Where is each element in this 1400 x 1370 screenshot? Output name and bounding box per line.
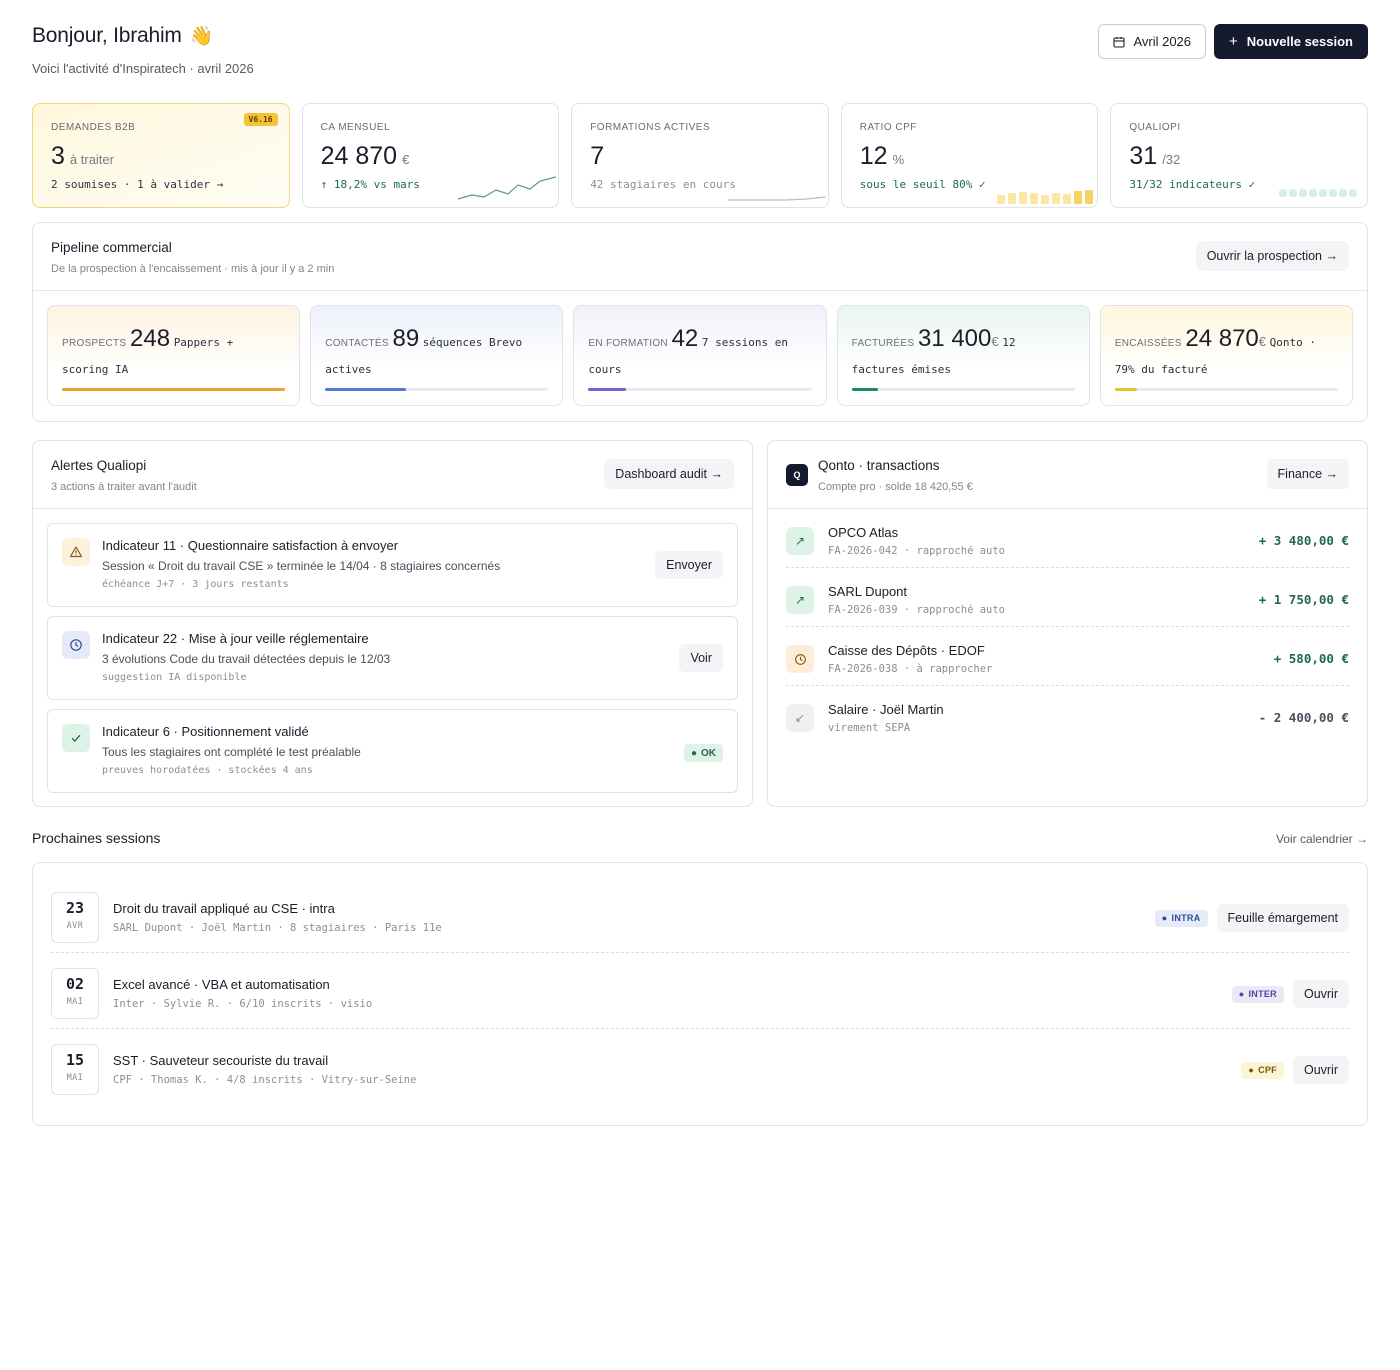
dot-icon: ● bbox=[1238, 989, 1245, 999]
month-picker-button[interactable]: Avril 2026 bbox=[1098, 24, 1207, 59]
sessions-list: 23 AVR Droit du travail appliqué au CSE … bbox=[32, 862, 1368, 1126]
stage-encaissees[interactable]: ENCAISSÉES 24 870€ Qonto · 79% du factur… bbox=[1099, 305, 1354, 406]
dot-icon: ● bbox=[1248, 1065, 1255, 1075]
stage-progress-fill bbox=[851, 388, 879, 391]
kpi-card-qualiopi[interactable]: QUALIOPI 31/32 31/32 indicateurs ✓ bbox=[1110, 103, 1368, 208]
finance-button[interactable]: Finance → bbox=[1266, 459, 1349, 489]
stage-contactes[interactable]: CONTACTÉS 89 séquences Brevo actives bbox=[310, 305, 564, 406]
page-subtitle: Voici l'activité d'Inspiratech · avril 2… bbox=[32, 61, 254, 76]
cpf-bar bbox=[1030, 193, 1039, 204]
view-button[interactable]: Voir bbox=[679, 644, 723, 672]
alert-item: Indicateur 22 · Mise à jour veille régle… bbox=[47, 616, 738, 700]
stage-en-formation[interactable]: EN FORMATION 42 7 sessions en cours bbox=[573, 305, 827, 406]
session-date: 02 MAI bbox=[51, 968, 99, 1019]
version-badge: V6.16 bbox=[243, 113, 278, 126]
stage-progress-track bbox=[588, 388, 812, 391]
session-date: 23 AVR bbox=[51, 892, 99, 943]
kpi-card-formations-actives[interactable]: FORMATIONS ACTIVES 7 42 stagiaires en co… bbox=[571, 103, 829, 208]
alert-item: Indicateur 11 · Questionnaire satisfacti… bbox=[47, 523, 738, 607]
qualiopi-dots bbox=[1278, 189, 1357, 197]
new-session-button[interactable]: + Nouvelle session bbox=[1214, 24, 1368, 59]
indicator-dot bbox=[1288, 189, 1297, 197]
alert-item: Indicateur 6 · Positionnement validé Tou… bbox=[47, 709, 738, 793]
cpf-bar bbox=[1019, 192, 1028, 204]
transaction-row[interactable]: ↙ Salaire · Joël Martin virement SEPA - … bbox=[786, 686, 1349, 745]
cpf-bar bbox=[1085, 190, 1094, 204]
formations-sparkline bbox=[727, 196, 826, 201]
kpi-card-demandes-b2b[interactable]: V6.16 DEMANDES B2B 3à traiter 2 soumises… bbox=[32, 103, 290, 208]
session-type-badge: ● INTRA bbox=[1154, 909, 1208, 927]
dot-icon: ● bbox=[690, 747, 697, 759]
dot-icon: ● bbox=[1161, 913, 1168, 923]
calendar-icon bbox=[1113, 36, 1125, 48]
pipeline-subtitle: De la prospection à l'encaissement · mis… bbox=[51, 263, 335, 275]
wave-icon: 👋 bbox=[189, 26, 214, 47]
qonto-transactions-panel: Q Qonto · transactions Compte pro · sold… bbox=[767, 440, 1368, 807]
dashboard: Bonjour, Ibrahim 👋 Voici l'activité d'In… bbox=[0, 0, 1400, 1370]
session-type-badge: ● INTER bbox=[1231, 985, 1284, 1003]
stage-progress-track bbox=[1114, 388, 1339, 391]
check-icon bbox=[62, 724, 90, 752]
open-prospection-button[interactable]: Ouvrir la prospection → bbox=[1195, 241, 1349, 271]
stage-progress-fill bbox=[325, 388, 406, 391]
session-row[interactable]: 02 MAI Excel avancé · VBA et automatisat… bbox=[51, 953, 1349, 1029]
indicator-dot bbox=[1338, 189, 1347, 197]
session-type-badge: ● CPF bbox=[1241, 1061, 1284, 1079]
transaction-row[interactable]: ↗ OPCO Atlas FA-2026-042 · rapproché aut… bbox=[786, 509, 1349, 568]
clock-icon bbox=[62, 631, 90, 659]
cpf-bar-chart bbox=[997, 190, 1094, 204]
session-row[interactable]: 23 AVR Droit du travail appliqué au CSE … bbox=[51, 877, 1349, 953]
indicator-dot bbox=[1348, 189, 1357, 197]
qonto-logo-icon: Q bbox=[786, 464, 808, 486]
cpf-bar bbox=[1052, 193, 1061, 204]
indicator-dot bbox=[1318, 189, 1327, 197]
transaction-row[interactable]: Caisse des Dépôts · EDOF FA-2026-038 · à… bbox=[786, 627, 1349, 686]
indicator-dot bbox=[1308, 189, 1317, 197]
arrow-up-right-icon: ↗ bbox=[786, 586, 814, 614]
send-button[interactable]: Envoyer bbox=[655, 551, 723, 579]
cpf-bar bbox=[1063, 194, 1072, 204]
open-session-button[interactable]: Ouvrir bbox=[1292, 1056, 1349, 1084]
warning-icon bbox=[62, 538, 90, 566]
indicator-dot bbox=[1278, 189, 1287, 197]
sessions-header: Prochaines sessions Voir calendrier → bbox=[32, 830, 1368, 850]
revenue-sparkline bbox=[458, 176, 557, 200]
arrow-up-right-icon: ↗ bbox=[786, 527, 814, 555]
cpf-bar bbox=[1008, 193, 1017, 204]
kpi-card-ratio-cpf[interactable]: RATIO CPF 12% sous le seuil 80% ✓ bbox=[840, 103, 1099, 208]
stage-progress-track bbox=[62, 388, 286, 391]
cpf-bar bbox=[997, 195, 1006, 204]
pipeline-title: Pipeline commercial bbox=[51, 240, 172, 255]
arrow-down-left-icon: ↙ bbox=[786, 704, 814, 732]
indicator-dot bbox=[1328, 189, 1337, 197]
stage-progress-track bbox=[325, 388, 549, 391]
cpf-bar bbox=[1041, 195, 1050, 204]
session-date: 15 MAI bbox=[51, 1044, 99, 1095]
page-header: Bonjour, Ibrahim 👋 Voici l'activité d'In… bbox=[32, 24, 1368, 84]
attendance-sheet-button[interactable]: Feuille émargement bbox=[1216, 904, 1349, 932]
kpi-row: V6.16 DEMANDES B2B 3à traiter 2 soumises… bbox=[32, 103, 1368, 208]
stage-progress-track bbox=[851, 388, 1075, 391]
plus-icon: + bbox=[1229, 33, 1238, 50]
transaction-row[interactable]: ↗ SARL Dupont FA-2026-039 · rapproché au… bbox=[786, 568, 1349, 627]
view-calendar-link[interactable]: Voir calendrier → bbox=[1276, 832, 1368, 846]
qualiopi-alerts-panel: Alertes Qualiopi 3 actions à traiter ava… bbox=[32, 440, 753, 807]
pipeline-panel: Pipeline commercial De la prospection à … bbox=[32, 222, 1368, 422]
stage-progress-fill bbox=[588, 388, 627, 391]
dashboard-audit-button[interactable]: Dashboard audit → bbox=[604, 459, 734, 489]
stage-facturees[interactable]: FACTURÉES 31 400€ 12 factures émises bbox=[836, 305, 1090, 406]
session-row[interactable]: 15 MAI SST · Sauveteur secouriste du tra… bbox=[51, 1029, 1349, 1105]
open-session-button[interactable]: Ouvrir bbox=[1292, 980, 1349, 1008]
sessions-title: Prochaines sessions bbox=[32, 830, 161, 846]
indicator-dot bbox=[1298, 189, 1307, 197]
stage-prospects[interactable]: PROSPECTS 248 Pappers + scoring IA bbox=[47, 305, 301, 406]
cpf-bar bbox=[1074, 191, 1083, 204]
stage-progress-fill bbox=[1114, 388, 1138, 391]
status-badge: ● OK bbox=[683, 744, 723, 762]
stage-progress-fill bbox=[62, 388, 286, 391]
clock-icon bbox=[786, 645, 814, 673]
kpi-card-ca-mensuel[interactable]: CA MENSUEL 24 870 € ↑ 18,2% vs mars bbox=[301, 103, 560, 208]
